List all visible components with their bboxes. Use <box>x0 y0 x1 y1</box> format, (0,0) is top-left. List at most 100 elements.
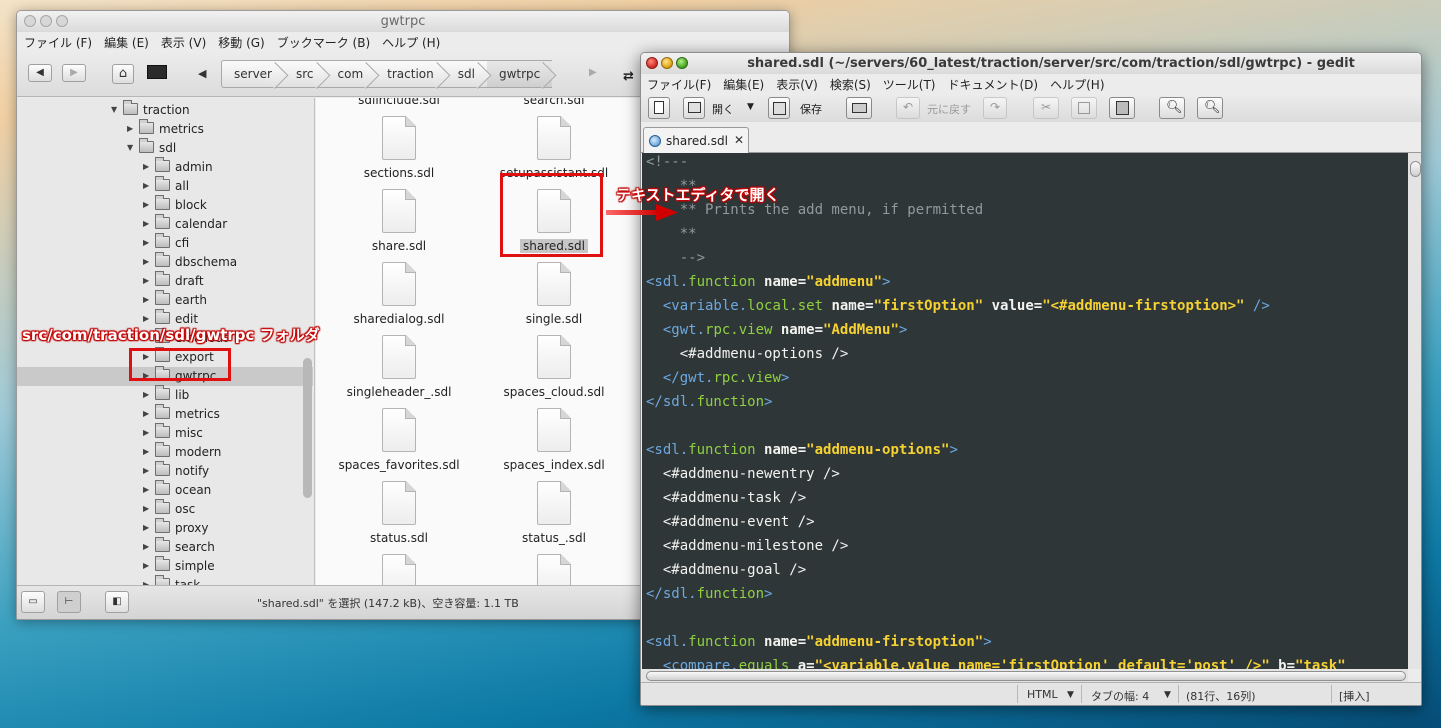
collapsed-triangle-icon[interactable]: ▶ <box>143 542 149 551</box>
tree-item[interactable]: ▶ search <box>17 537 313 557</box>
collapsed-triangle-icon[interactable]: ▶ <box>127 124 133 133</box>
code-text[interactable]: <!--- ** ** Prints the add menu, if perm… <box>646 153 1346 669</box>
tree-scrollbar[interactable] <box>303 358 312 498</box>
collapsed-triangle-icon[interactable]: ▶ <box>143 257 149 266</box>
collapsed-triangle-icon[interactable]: ▶ <box>143 371 149 380</box>
collapsed-triangle-icon[interactable]: ▶ <box>143 314 149 323</box>
undo-button[interactable]: ↶ <box>896 97 920 119</box>
paste-button[interactable] <box>1109 97 1135 119</box>
collapsed-triangle-icon[interactable]: ▶ <box>143 409 149 418</box>
computer-icon[interactable] <box>147 65 167 79</box>
search-button[interactable]: 🔍︎ <box>1159 97 1185 119</box>
menu-item[interactable]: ファイル(F) <box>647 74 717 94</box>
file-item[interactable]: status_.sdl <box>479 481 629 545</box>
menu-item[interactable]: 編集(E) <box>723 74 770 94</box>
collapsed-triangle-icon[interactable]: ▶ <box>143 352 149 361</box>
editor-vertical-scrollbar[interactable] <box>1408 153 1421 669</box>
collapsed-triangle-icon[interactable]: ▶ <box>143 276 149 285</box>
collapsed-triangle-icon[interactable]: ▶ <box>143 561 149 570</box>
file-item[interactable]: sharedialog.sdl <box>324 262 474 326</box>
menu-item[interactable]: 表示(V) <box>776 74 824 94</box>
collapsed-triangle-icon[interactable]: ▶ <box>143 200 149 209</box>
tree-item[interactable]: ▼ traction <box>17 100 313 120</box>
tree-toggle-button[interactable]: ⊢ <box>57 591 81 613</box>
tree-item[interactable]: ▶ metrics <box>17 404 313 424</box>
forward-button[interactable]: ▶ <box>62 64 86 82</box>
file-item[interactable]: single.sdl <box>479 262 629 326</box>
sidebar-toggle-button[interactable]: ◧ <box>105 591 129 613</box>
minimize-icon[interactable] <box>661 57 673 69</box>
tree-item[interactable]: ▶ misc <box>17 423 313 443</box>
places-toggle-button[interactable]: ▭ <box>21 591 45 613</box>
breadcrumb-item[interactable]: server <box>221 60 284 88</box>
tree-item[interactable]: ▶ all <box>17 176 313 196</box>
file-item[interactable]: spaces_favorites.sdl <box>324 408 474 472</box>
menu-item[interactable]: ドキュメント(D) <box>948 74 1045 94</box>
collapsed-triangle-icon[interactable]: ▶ <box>143 295 149 304</box>
file-item[interactable]: setupassistant.sdl <box>479 116 629 180</box>
replace-button[interactable]: 🔍︎ <box>1197 97 1223 119</box>
sync-arrows-icon[interactable]: ⇄ <box>623 69 634 84</box>
code-editor[interactable]: <!--- ** ** Prints the add menu, if perm… <box>642 153 1408 669</box>
tree-item[interactable]: ▶ lib <box>17 385 313 405</box>
close-icon[interactable] <box>646 57 658 69</box>
tree-item[interactable]: ▶ cfi <box>17 233 313 253</box>
save-button[interactable] <box>768 97 790 119</box>
file-item[interactable]: share.sdl <box>324 189 474 253</box>
menu-item[interactable]: 編集 (E) <box>104 32 155 52</box>
collapsed-triangle-icon[interactable]: ▶ <box>143 447 149 456</box>
tree-item[interactable]: ▶ metrics <box>17 119 313 139</box>
file-item[interactable] <box>479 554 629 586</box>
file-manager-titlebar[interactable]: gwtrpc <box>17 11 789 32</box>
menu-item[interactable]: 移動 (G) <box>218 32 270 52</box>
menu-item[interactable]: ヘルプ(H) <box>1050 74 1110 94</box>
file-item[interactable]: singleheader_.sdl <box>324 335 474 399</box>
tree-item[interactable]: ▶ admin <box>17 157 313 177</box>
tree-item[interactable]: ▶ gwtrpc <box>17 366 313 386</box>
tree-item[interactable]: ▶ modern <box>17 442 313 462</box>
collapsed-triangle-icon[interactable]: ▶ <box>143 428 149 437</box>
menu-item[interactable]: ファイル (F) <box>24 32 98 52</box>
tree-item[interactable]: ▶ block <box>17 195 313 215</box>
tree-item[interactable]: ▶ simple <box>17 556 313 576</box>
file-item[interactable]: status.sdl <box>324 481 474 545</box>
collapsed-triangle-icon[interactable]: ▶ <box>143 219 149 228</box>
expanded-triangle-icon[interactable]: ▼ <box>127 143 133 152</box>
language-selector[interactable]: HTML <box>1027 688 1058 701</box>
menu-item[interactable]: ツール(T) <box>883 74 942 94</box>
tree-item[interactable]: ▼ sdl <box>17 138 313 158</box>
collapsed-triangle-icon[interactable]: ▶ <box>143 162 149 171</box>
breadcrumb-right-arrow-icon[interactable]: ▶ <box>589 67 597 78</box>
tree-item[interactable]: ▶ notify <box>17 461 313 481</box>
file-item[interactable]: spaces_cloud.sdl <box>479 335 629 399</box>
file-item[interactable] <box>324 554 474 586</box>
tree-item[interactable]: ▶ export <box>17 347 313 367</box>
tab-shared-sdl[interactable]: shared.sdl ✕ <box>643 127 749 154</box>
undo-label[interactable]: 元に戻す <box>927 101 971 117</box>
collapsed-triangle-icon[interactable]: ▶ <box>143 238 149 247</box>
file-item[interactable]: sections.sdl <box>324 116 474 180</box>
collapsed-triangle-icon[interactable]: ▶ <box>143 523 149 532</box>
menu-item[interactable]: 検索(S) <box>830 74 877 94</box>
tab-close-icon[interactable]: ✕ <box>734 133 744 147</box>
tree-item[interactable]: ▶ dbschema <box>17 252 313 272</box>
collapsed-triangle-icon[interactable]: ▶ <box>143 181 149 190</box>
collapsed-triangle-icon[interactable]: ▶ <box>143 504 149 513</box>
tree-item[interactable]: ▶ calendar <box>17 214 313 234</box>
menu-item[interactable]: ブックマーク (B) <box>277 32 376 52</box>
collapsed-triangle-icon[interactable]: ▶ <box>143 466 149 475</box>
cut-button[interactable]: ✂ <box>1033 97 1059 119</box>
collapsed-triangle-icon[interactable]: ▶ <box>143 485 149 494</box>
open-button[interactable] <box>683 97 705 119</box>
collapsed-triangle-icon[interactable]: ▶ <box>143 390 149 399</box>
back-button[interactable]: ◀ <box>28 64 52 82</box>
open-label[interactable]: 開く <box>712 101 734 117</box>
menu-item[interactable]: ヘルプ (H) <box>382 32 446 52</box>
home-button[interactable]: ⌂ <box>112 64 134 84</box>
file-item[interactable]: sdlinclude.sdl <box>324 98 474 107</box>
copy-button[interactable] <box>1071 97 1097 119</box>
new-document-button[interactable] <box>648 97 670 119</box>
file-item[interactable]: spaces_index.sdl <box>479 408 629 472</box>
open-dropdown-icon[interactable]: ▼ <box>747 102 754 112</box>
tab-width-dropdown-icon[interactable]: ▼ <box>1164 690 1171 700</box>
